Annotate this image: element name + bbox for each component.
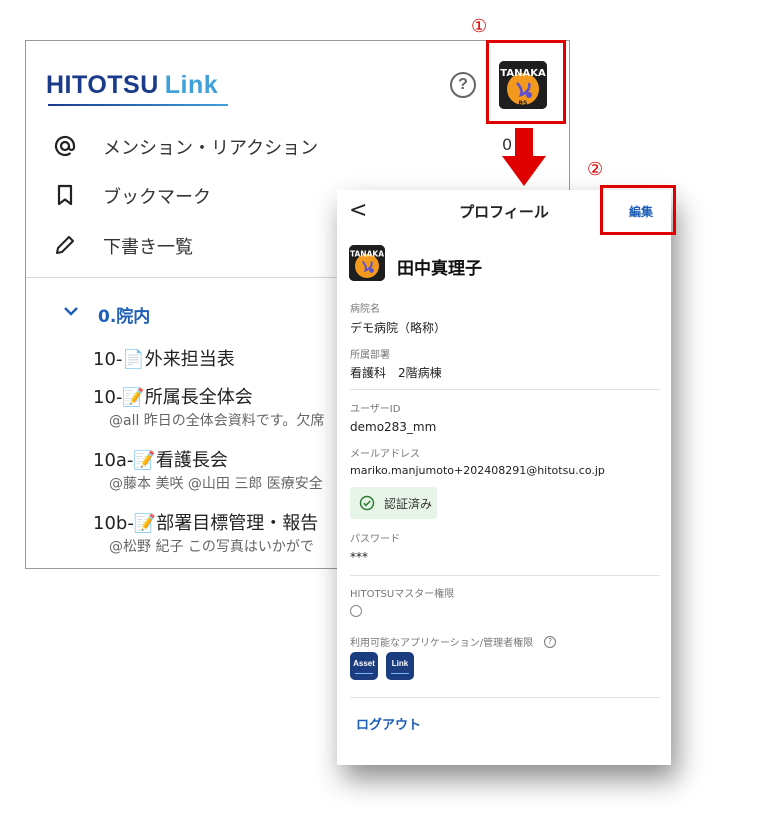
divider (350, 389, 660, 390)
hitotsu-link-logo: HITOTSU Link (46, 71, 218, 100)
avatar[interactable]: TANAKA BS (499, 61, 547, 109)
channel-item[interactable]: 10a-📝看護長会 (93, 446, 228, 472)
logo-sub-text: Link (164, 71, 219, 99)
logo-underline (48, 104, 228, 106)
channel-item[interactable]: 10-📝所属長全体会 (93, 383, 253, 409)
avatar-text: TANAKA (500, 68, 546, 79)
back-button[interactable]: < (349, 200, 367, 222)
email-label: メールアドレス (350, 449, 420, 460)
channel-preview: @all 昨日の全体会資料です。欠席 (109, 413, 325, 429)
menu-item-label: 下書き一覧 (103, 237, 193, 258)
at-icon (54, 135, 76, 157)
profile-panel: プロフィール < 編集 TANAKA 田中真理子 病院名 デモ病院（略称） 所属… (337, 190, 671, 765)
edit-highlight (600, 185, 676, 235)
arrow-down-icon (502, 128, 546, 186)
master-permission-label: HITOTSUマスター権限 (350, 589, 455, 600)
step-marker-1: ① (471, 16, 488, 37)
profile-avatar: TANAKA (349, 245, 385, 281)
email-value: mariko.manjumoto+202408291@hitotsu.co.jp (350, 464, 605, 477)
bookmark-icon (57, 184, 73, 206)
hospital-label: 病院名 (350, 304, 380, 315)
help-icon[interactable]: ? (450, 72, 476, 98)
channel-group-label[interactable]: 0.院内 (98, 302, 150, 327)
logo-main-text: HITOTSU (46, 71, 159, 99)
menu-item-mentions[interactable]: メンション・リアクション 0 (26, 126, 569, 166)
verified-badge: 認証済み (350, 487, 437, 519)
department-label: 所属部署 (350, 350, 390, 361)
avatar-small-text: BS (519, 100, 528, 107)
user-name: 田中真理子 (397, 259, 482, 279)
pencil-icon (56, 236, 74, 254)
channel-preview: @松野 紀子 この写真はいかがで (109, 539, 314, 555)
step-marker-2: ② (587, 159, 604, 180)
help-icon[interactable]: ? (544, 636, 556, 648)
app-icon-label: Asset (353, 659, 375, 668)
userid-label: ユーザーID (350, 404, 401, 415)
apps-label: 利用可能なアプリケーション/管理者権限 (350, 638, 534, 649)
channel-item[interactable]: 10-📄外来担当表 (93, 345, 235, 371)
profile-avatar-image: TANAKA (349, 245, 385, 281)
master-permission-radio[interactable] (350, 605, 362, 617)
app-icon-label: Link (391, 659, 409, 668)
logout-button[interactable]: ログアウト (356, 714, 421, 733)
userid-value: demo283_mm (350, 420, 437, 434)
divider (350, 697, 660, 698)
app-icon-asset[interactable]: Asset (350, 652, 378, 680)
department-value: 看護科 2階病棟 (350, 366, 442, 380)
channel-item[interactable]: 10b-📝部署目標管理・報告 (93, 509, 318, 535)
channel-preview: @藤本 美咲 @山田 三郎 医療安全 (109, 476, 323, 492)
chevron-down-icon[interactable] (63, 303, 79, 319)
app-icon-link[interactable]: Link (386, 652, 414, 680)
password-value: *** (350, 550, 368, 564)
avatar-image: TANAKA BS (499, 61, 547, 109)
avatar-text: TANAKA (350, 249, 384, 258)
menu-item-label: ブックマーク (103, 187, 211, 208)
divider (350, 575, 660, 576)
menu-item-label: メンション・リアクション (103, 138, 319, 159)
hospital-value: デモ病院（略称） (350, 321, 447, 335)
check-circle-icon (359, 495, 375, 511)
password-label: パスワード (350, 534, 400, 545)
verified-text: 認証済み (384, 497, 433, 511)
